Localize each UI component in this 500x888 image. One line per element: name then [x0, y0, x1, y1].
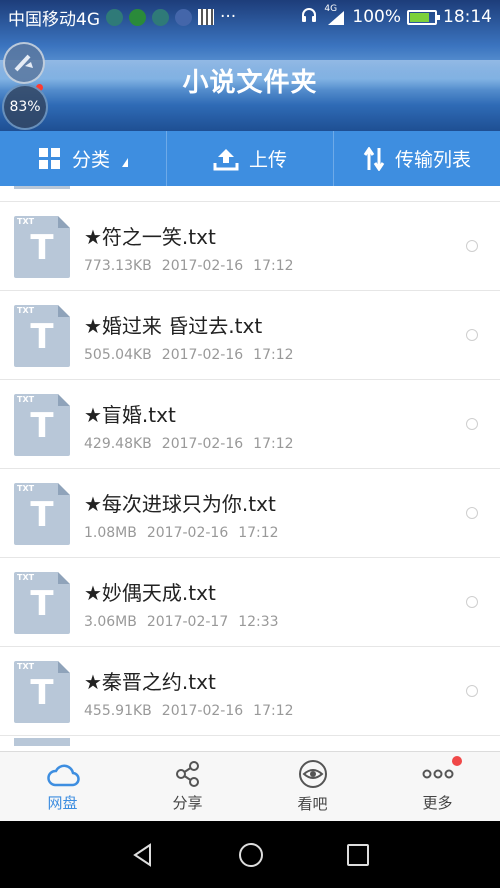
- file-name: ★秦晋之约.txt: [84, 670, 216, 694]
- carrier-label: 中国移动4G: [8, 9, 100, 30]
- select-radio[interactable]: [466, 418, 478, 430]
- battery-icon: [407, 9, 440, 25]
- battery-percent: 100%: [352, 7, 401, 27]
- file-meta: 3.06MB 2017-02-17 12:33: [84, 614, 279, 630]
- notification-badge: [452, 756, 462, 766]
- list-item[interactable]: TXT T ★妙偶天成.txt 3.06MB 2017-02-17 12:33: [0, 558, 500, 647]
- file-time: 17:12: [253, 347, 294, 363]
- nav-share-label: 分享: [172, 794, 203, 812]
- transfer-list-button[interactable]: 传输列表: [334, 131, 500, 186]
- more-notifications-icon: ···: [220, 7, 237, 27]
- file-date: 2017-02-16: [161, 347, 244, 363]
- file-meta: 1.08MB 2017-02-16 17:12: [84, 525, 279, 541]
- txt-file-icon: TXT T: [14, 305, 70, 367]
- file-date: 2017-02-16: [146, 525, 229, 541]
- file-time: 17:12: [238, 525, 279, 541]
- file-name: ★妙偶天成.txt: [84, 581, 216, 605]
- txt-file-icon: TXT T: [14, 394, 70, 456]
- select-radio[interactable]: [466, 685, 478, 697]
- file-time: 17:12: [253, 703, 294, 719]
- app-notification-icon: [106, 8, 123, 26]
- file-meta: 429.48KB 2017-02-16 17:12: [84, 436, 294, 452]
- file-time: 17:12: [253, 258, 294, 274]
- txt-file-icon: TXT T: [14, 661, 70, 723]
- app-notification-icon: [129, 8, 146, 26]
- bottom-navigation: 网盘 分享 看吧 更多: [0, 751, 500, 821]
- select-radio[interactable]: [466, 329, 478, 341]
- action-toolbar: 分类 上传 传输列表: [0, 131, 500, 186]
- txt-file-icon: TXT T: [14, 483, 70, 545]
- file-date: 2017-02-16: [161, 703, 244, 719]
- txt-file-icon: TXT T: [14, 216, 70, 278]
- file-size: 505.04KB: [84, 347, 152, 363]
- select-radio[interactable]: [466, 240, 478, 252]
- more-dots-icon: [422, 769, 453, 779]
- file-size: 455.91KB: [84, 703, 152, 719]
- nav-more[interactable]: 更多: [375, 752, 500, 821]
- header-background: 中国移动4G ··· 4G 100% 18:14 小说文件夹: [0, 0, 500, 131]
- upload-button[interactable]: 上传: [167, 131, 334, 186]
- list-item-partial: [0, 186, 500, 202]
- list-item[interactable]: TXT T ★每次进球只为你.txt 1.08MB 2017-02-16 17:12: [0, 469, 500, 558]
- transfer-arrows-icon: [363, 146, 385, 171]
- file-name: ★盲婚.txt: [84, 403, 176, 427]
- list-item[interactable]: TXT T ★盲婚.txt 429.48KB 2017-02-16 17:12: [0, 380, 500, 469]
- broom-icon: [14, 54, 33, 72]
- nav-more-label: 更多: [422, 794, 453, 812]
- upload-label: 上传: [248, 149, 287, 171]
- file-date: 2017-02-16: [161, 258, 244, 274]
- select-radio[interactable]: [466, 507, 478, 519]
- eye-icon: [298, 760, 327, 788]
- txt-file-icon: TXT T: [14, 572, 70, 634]
- list-item[interactable]: TXT T ★秦晋之约.txt 455.91KB 2017-02-16 17:12: [0, 647, 500, 736]
- app-notification-icon: [175, 8, 192, 26]
- clock: 18:14: [443, 7, 492, 27]
- file-meta: 505.04KB 2017-02-16 17:12: [84, 347, 294, 363]
- file-size: 773.13KB: [84, 258, 152, 274]
- home-icon[interactable]: [237, 841, 265, 869]
- cloud-icon: [46, 764, 80, 787]
- file-list: TXT T ★符之一笑.txt 773.13KB 2017-02-16 17:12 T…: [0, 186, 500, 751]
- file-name: ★符之一笑.txt: [84, 225, 216, 249]
- file-time: 12:33: [238, 614, 279, 630]
- file-meta: 773.13KB 2017-02-16 17:12: [84, 258, 294, 274]
- list-item[interactable]: TXT T ★婚过来 昏过去.txt 505.04KB 2017-02-16 17:1…: [0, 291, 500, 380]
- app-notification-icon: [152, 8, 169, 26]
- file-size: 1.08MB: [84, 525, 137, 541]
- file-name: ★每次进球只为你.txt: [84, 492, 276, 516]
- signal-icon: 4G: [324, 4, 346, 26]
- nav-share[interactable]: 分享: [125, 752, 250, 821]
- select-radio[interactable]: [466, 596, 478, 608]
- headphones-icon: [300, 6, 318, 29]
- dropdown-caret-icon: [122, 158, 128, 167]
- recents-icon[interactable]: [346, 843, 370, 867]
- floating-assistant-button[interactable]: [3, 42, 45, 91]
- file-date: 2017-02-17: [146, 614, 229, 630]
- memory-usage-widget[interactable]: 83%: [2, 84, 48, 130]
- back-icon[interactable]: [130, 842, 156, 868]
- category-button[interactable]: 分类: [0, 131, 167, 186]
- nav-disk-label: 网盘: [47, 794, 78, 812]
- file-meta: 455.91KB 2017-02-16 17:12: [84, 703, 294, 719]
- list-item[interactable]: TXT T ★符之一笑.txt 773.13KB 2017-02-16 17:12: [0, 202, 500, 291]
- upload-icon: [213, 148, 239, 170]
- nav-watch-label: 看吧: [297, 795, 328, 813]
- page-title: 小说文件夹: [182, 68, 318, 98]
- file-date: 2017-02-16: [161, 436, 244, 452]
- qr-notification-icon: [198, 9, 214, 25]
- file-size: 429.48KB: [84, 436, 152, 452]
- transfer-list-label: 传输列表: [394, 149, 471, 171]
- status-bar: 中国移动4G ··· 4G 100% 18:14: [0, 0, 500, 34]
- file-name: ★婚过来 昏过去.txt: [84, 314, 263, 338]
- share-icon: [175, 761, 199, 787]
- system-navigation-bar: [0, 821, 500, 888]
- nav-watch[interactable]: 看吧: [250, 752, 375, 821]
- category-label: 分类: [71, 149, 110, 171]
- grid-icon: [38, 147, 60, 169]
- file-size: 3.06MB: [84, 614, 137, 630]
- file-time: 17:12: [253, 436, 294, 452]
- nav-disk[interactable]: 网盘: [0, 752, 125, 821]
- list-item-partial: [0, 736, 500, 746]
